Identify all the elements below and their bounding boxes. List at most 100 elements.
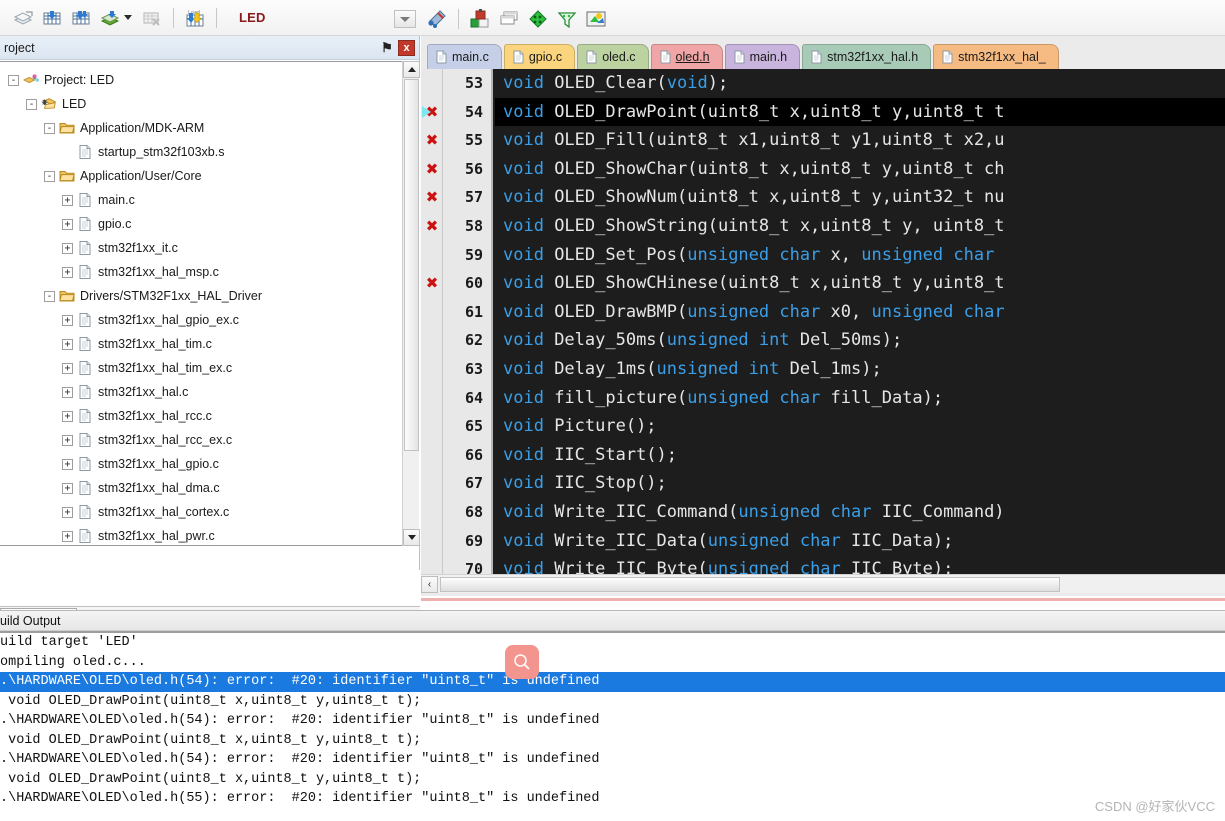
- code-line[interactable]: void Write_IIC_Byte(unsigned char IIC_By…: [495, 555, 1225, 574]
- build-output-line[interactable]: void OLED_DrawPoint(uint8_t x,uint8_t y,…: [0, 770, 1225, 790]
- tree-item-application-user-core[interactable]: - Application/User/Core: [4, 164, 420, 188]
- code-line[interactable]: void OLED_DrawPoint(uint8_t x,uint8_t y,…: [495, 97, 1225, 127]
- code-line[interactable]: void OLED_ShowChar(uint8_t x,uint8_t y,u…: [495, 155, 1225, 184]
- tree-item-gpio-c[interactable]: + gpio.c: [4, 212, 420, 236]
- tree-item-stm32f1xx-hal-cortex-c[interactable]: + stm32f1xx_hal_cortex.c: [4, 500, 420, 524]
- scrollbar-thumb[interactable]: [404, 79, 419, 451]
- tree-expander[interactable]: +: [62, 482, 73, 494]
- build-output-line[interactable]: .\HARDWARE\OLED\oled.h(54): error: #20: …: [0, 711, 1225, 731]
- tree-expander[interactable]: -: [44, 170, 55, 182]
- code-line[interactable]: void IIC_Stop();: [495, 469, 1225, 498]
- tree-expander[interactable]: +: [62, 410, 73, 422]
- tree-expander[interactable]: -: [26, 98, 37, 110]
- tree-item-stm32f1xx-hal-pwr-c[interactable]: + stm32f1xx_hal_pwr.c: [4, 524, 420, 545]
- tree-expander[interactable]: +: [62, 338, 73, 350]
- tree-expander[interactable]: +: [62, 362, 73, 374]
- tree-expander[interactable]: -: [8, 74, 19, 86]
- tree-expander[interactable]: +: [62, 506, 73, 518]
- code-line[interactable]: void OLED_Clear(void);: [495, 69, 1225, 98]
- error-marker-icon[interactable]: ✖: [425, 183, 439, 212]
- target-dropdown-button[interactable]: [394, 10, 416, 28]
- filter-icon[interactable]: [554, 6, 580, 32]
- tree-expander[interactable]: -: [44, 122, 55, 134]
- tree-expander[interactable]: +: [62, 530, 73, 542]
- new-project-icon[interactable]: [10, 5, 36, 31]
- batch-build-icon[interactable]: Load: [182, 5, 208, 31]
- code-line[interactable]: void OLED_ShowCHinese(uint8_t x,uint8_t …: [495, 269, 1225, 298]
- code-line[interactable]: void OLED_Fill(uint8_t x1,uint8_t y1,uin…: [495, 126, 1225, 155]
- code-line[interactable]: void Delay_1ms(unsigned int Del_1ms);: [495, 355, 1225, 384]
- code-line[interactable]: void OLED_DrawBMP(unsigned char x0, unsi…: [495, 298, 1225, 327]
- code-line[interactable]: void Write_IIC_Command(unsigned char IIC…: [495, 498, 1225, 527]
- code-line[interactable]: void OLED_ShowNum(uint8_t x,uint8_t y,ui…: [495, 183, 1225, 212]
- build-output-line[interactable]: void OLED_DrawPoint(uint8_t x,uint8_t y,…: [0, 731, 1225, 751]
- editor-tab-oled-h[interactable]: oled.h: [650, 44, 723, 69]
- remove-item-icon[interactable]: [139, 5, 165, 31]
- configure-target-icon[interactable]: [424, 6, 450, 32]
- tree-item-stm32f1xx-hal-tim-ex-c[interactable]: + stm32f1xx_hal_tim_ex.c: [4, 356, 420, 380]
- manage-target-icon[interactable]: [68, 5, 94, 31]
- tree-item-stm32f1xx-hal-gpio-c[interactable]: + stm32f1xx_hal_gpio.c: [4, 452, 420, 476]
- dropdown-caret-icon[interactable]: [124, 15, 132, 20]
- code-line[interactable]: void OLED_ShowString(uint8_t x,uint8_t y…: [495, 212, 1225, 241]
- tree-expander[interactable]: +: [62, 266, 73, 278]
- editor-horizontal-scrollbar[interactable]: ‹: [421, 574, 1225, 593]
- hscroll-left-button[interactable]: ‹: [421, 575, 438, 593]
- tree-item-stm32f1xx-hal-gpio-ex-c[interactable]: + stm32f1xx_hal_gpio_ex.c: [4, 308, 420, 332]
- tree-item-stm32f1xx-hal-tim-c[interactable]: + stm32f1xx_hal_tim.c: [4, 332, 420, 356]
- tree-item-stm32f1xx-hal-msp-c[interactable]: + stm32f1xx_hal_msp.c: [4, 260, 420, 284]
- build-output-line[interactable]: .\HARDWARE\OLED\oled.h(54): error: #20: …: [0, 750, 1225, 770]
- error-marker-icon[interactable]: ✖: [425, 269, 439, 298]
- import-target-icon[interactable]: [39, 5, 65, 31]
- pack-installer-icon[interactable]: [583, 6, 609, 32]
- tree-expander[interactable]: +: [62, 434, 73, 446]
- green-diamond-icon[interactable]: [525, 6, 551, 32]
- tree-item-project-led[interactable]: - Project: LED: [4, 68, 420, 92]
- tree-item-application-mdk-arm[interactable]: - Application/MDK-ARM: [4, 116, 420, 140]
- tree-expander[interactable]: -: [44, 290, 55, 302]
- windows-icon[interactable]: [496, 6, 522, 32]
- project-tree[interactable]: - Project: LED - LED - Application/MDK-ARM sta…: [0, 61, 420, 546]
- build-output-line[interactable]: .\HARDWARE\OLED\oled.h(54): error: #20: …: [0, 672, 1225, 692]
- tree-item-stm32f1xx-hal-rcc-c[interactable]: + stm32f1xx_hal_rcc.c: [4, 404, 420, 428]
- search-icon[interactable]: [505, 645, 539, 679]
- code-line[interactable]: void fill_picture(unsigned char fill_Dat…: [495, 384, 1225, 413]
- build-output-line[interactable]: .\HARDWARE\OLED\oled.h(55): error: #20: …: [0, 789, 1225, 809]
- tree-expander[interactable]: +: [62, 458, 73, 470]
- tree-item-drivers-stm32f1xx-hal-driver[interactable]: - Drivers/STM32F1xx_HAL_Driver: [4, 284, 420, 308]
- tree-item-main-c[interactable]: + main.c: [4, 188, 420, 212]
- tree-expander[interactable]: +: [62, 242, 73, 254]
- code-line[interactable]: void Picture();: [495, 412, 1225, 441]
- tree-item-led[interactable]: - LED: [4, 92, 420, 116]
- code-line[interactable]: void Write_IIC_Data(unsigned char IIC_Da…: [495, 527, 1225, 556]
- pin-icon[interactable]: ⚑: [379, 39, 395, 57]
- build-icon[interactable]: [467, 6, 493, 32]
- editor-code-lines[interactable]: void OLED_Clear(void); void OLED_DrawPoin…: [495, 69, 1225, 574]
- build-output-body[interactable]: uild target 'LED' ompiling oled.c... .\HAR…: [0, 631, 1225, 821]
- tree-item-startup-stm32f103xb-s[interactable]: startup_stm32f103xb.s: [4, 140, 420, 164]
- build-output-line[interactable]: uild target 'LED': [0, 633, 1225, 653]
- tree-expander[interactable]: +: [62, 194, 73, 206]
- error-marker-icon[interactable]: ✖: [425, 126, 439, 155]
- editor-tab-oled-c[interactable]: oled.c: [577, 44, 649, 69]
- tree-item-stm32f1xx-it-c[interactable]: + stm32f1xx_it.c: [4, 236, 420, 260]
- code-area[interactable]: ✖ ✖ ✖ ✖ ✖ ✖ 53 54 55 56 57 58 59 60 61 62 63 64 65 66 67 68 6…: [421, 69, 1225, 574]
- code-line[interactable]: void Delay_50ms(unsigned int Del_50ms);: [495, 326, 1225, 355]
- tree-expander[interactable]: +: [62, 314, 73, 326]
- scroll-up-button[interactable]: [403, 61, 420, 78]
- editor-tab-gpio-c[interactable]: gpio.c: [503, 44, 576, 69]
- editor-tab-main-h[interactable]: main.h: [724, 44, 801, 69]
- build-output-line[interactable]: ompiling oled.c...: [0, 653, 1225, 673]
- editor-marker-gutter[interactable]: ✖ ✖ ✖ ✖ ✖ ✖: [421, 69, 443, 574]
- error-marker-icon[interactable]: ✖: [425, 212, 439, 241]
- close-icon[interactable]: x: [398, 39, 415, 56]
- tree-item-stm32f1xx-hal-rcc-ex-c[interactable]: + stm32f1xx_hal_rcc_ex.c: [4, 428, 420, 452]
- scroll-down-button[interactable]: [403, 529, 420, 546]
- editor-tab-stm32f1xx-hal-h[interactable]: stm32f1xx_hal.h: [802, 44, 932, 69]
- tree-item-stm32f1xx-hal-c[interactable]: + stm32f1xx_hal.c: [4, 380, 420, 404]
- code-line[interactable]: void IIC_Start();: [495, 441, 1225, 470]
- editor-tab-main-c[interactable]: main.c: [427, 44, 502, 69]
- tree-item-stm32f1xx-hal-dma-c[interactable]: + stm32f1xx_hal_dma.c: [4, 476, 420, 500]
- code-line[interactable]: void OLED_Set_Pos(unsigned char x, unsig…: [495, 241, 1225, 270]
- target-selector-label[interactable]: LED: [239, 10, 266, 25]
